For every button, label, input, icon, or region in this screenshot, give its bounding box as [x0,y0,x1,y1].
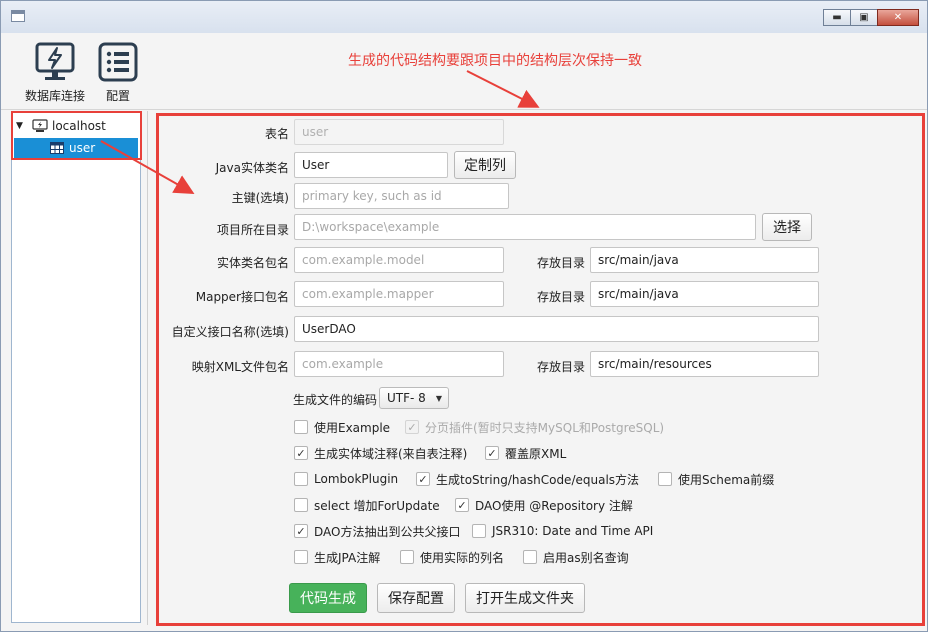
option-label: 使用Example [314,420,391,435]
checkbox-box[interactable]: ✓ [455,498,469,512]
db-connection-button[interactable]: 数据库连接 [21,41,89,104]
project-dir-label: 项目所在目录 [216,223,289,237]
mapper-package-label: Mapper接口包名 [195,290,289,304]
project-dir-input[interactable]: D:\workspace\example [294,214,756,240]
option-use-example[interactable]: 使用Example [294,418,390,436]
table-name-label: 表名 [264,127,289,141]
table-icon [50,142,64,154]
encoding-value: UTF- 8 [387,391,426,405]
primary-key-input[interactable]: primary key, such as id [294,183,509,209]
minimize-button[interactable]: ▬ [823,9,851,26]
table-name-field: user [294,119,504,145]
list-settings-icon [98,42,138,82]
checkbox-box[interactable] [658,472,672,486]
tree-item-user[interactable]: user [14,138,138,158]
option-lombok[interactable]: LombokPlugin [294,470,398,488]
chevron-down-icon: ▼ [435,393,442,403]
option-tostring[interactable]: ✓ 生成toString/hashCode/equals方法 [416,470,639,488]
tree-item-localhost[interactable]: ▼ localhost [16,116,106,136]
title-bar: ▬ ▣ ✕ [1,1,927,33]
entity-name-input[interactable]: User [294,152,448,178]
entity-package-label: 实体类名包名 [216,256,289,270]
option-entity-comments[interactable]: ✓ 生成实体域注释(来自表注释) [294,444,467,462]
entity-name-label: Java实体类名 [215,161,289,175]
checkbox-box[interactable]: ✓ [294,524,308,538]
checkbox-box: ✓ [405,420,419,434]
entity-dir-input[interactable]: src/main/java [590,247,819,273]
server-icon [32,119,48,132]
checkbox-box[interactable]: ✓ [416,472,430,486]
option-label: DAO方法抽出到公共父接口 [314,524,461,539]
checkbox-box[interactable] [294,498,308,512]
option-pagination-plugin: ✓ 分页插件(暂时只支持MySQL和PostgreSQL) [405,418,664,436]
option-jsr310[interactable]: JSR310: Date and Time API [472,522,653,540]
checkbox-box[interactable] [472,524,486,538]
xml-dir-input[interactable]: src/main/resources [590,351,819,377]
entity-dir-label: 存放目录 [536,256,585,270]
option-label: 生成JPA注解 [314,550,381,565]
option-label: 使用实际的列名 [420,550,505,565]
tree-child-label: user [69,141,96,155]
choose-dir-button[interactable]: 选择 [762,213,812,241]
checkbox-box[interactable]: ✓ [294,446,308,460]
option-label: 覆盖原XML [505,446,567,461]
option-label: 启用as别名查询 [543,550,629,565]
xml-dir-label: 存放目录 [536,360,585,374]
checkbox-box[interactable] [294,420,308,434]
option-label: 分页插件(暂时只支持MySQL和PostgreSQL) [425,420,665,435]
option-for-update[interactable]: select 增加ForUpdate [294,496,440,514]
checkbox-box[interactable] [523,550,537,564]
database-connection-icon [35,42,75,80]
option-label: 使用Schema前缀 [678,472,775,487]
toolbar: 数据库连接 配置 [1,33,927,110]
config-label: 配置 [105,89,130,103]
option-actual-column[interactable]: 使用实际的列名 [400,548,504,566]
encoding-label: 生成文件的编码 [292,393,377,407]
xml-package-label: 映射XML文件包名 [191,360,289,374]
close-button[interactable]: ✕ [877,9,919,26]
option-label: select 增加ForUpdate [314,498,440,513]
open-folder-button[interactable]: 打开生成文件夹 [465,583,585,613]
encoding-select[interactable]: UTF- 8 ▼ [379,387,449,409]
annotation-text: 生成的代码结构要跟项目中的结构层次保持一致 [348,53,642,69]
tree-root-label: localhost [52,119,106,133]
mapper-dir-input[interactable]: src/main/java [590,281,819,307]
option-label: LombokPlugin [314,472,399,486]
option-schema-prefix[interactable]: 使用Schema前缀 [658,470,774,488]
connection-tree: ▼ localhost user [11,111,141,623]
window-app-icon [11,10,25,22]
window-controls: ▬ ▣ ✕ [823,9,919,26]
generate-code-button[interactable]: 代码生成 [289,583,367,613]
maximize-button[interactable]: ▣ [850,9,878,26]
checkbox-box[interactable] [294,472,308,486]
save-config-button[interactable]: 保存配置 [377,583,455,613]
dao-name-label: 自定义接口名称(选填) [171,325,289,339]
expand-arrow-icon[interactable]: ▼ [16,121,26,131]
option-dao-parent[interactable]: ✓ DAO方法抽出到公共父接口 [294,522,460,540]
config-button[interactable]: 配置 [95,41,141,104]
db-connection-label: 数据库连接 [24,89,85,103]
option-label: DAO使用 @Repository 注解 [475,498,633,513]
option-overwrite-xml[interactable]: ✓ 覆盖原XML [485,444,566,462]
checkbox-box[interactable] [294,550,308,564]
option-repository[interactable]: ✓ DAO使用 @Repository 注解 [455,496,633,514]
custom-columns-button[interactable]: 定制列 [454,151,516,179]
primary-key-label: 主键(选填) [231,191,289,205]
dao-name-input[interactable]: UserDAO [294,316,819,342]
option-label: JSR310: Date and Time API [492,524,654,538]
app-window: ▬ ▣ ✕ 数据库连接 配置 生成的代码结构要跟项目中的结构层次保持一致 ▼ l… [0,0,928,632]
option-alias-query[interactable]: 启用as别名查询 [523,548,629,566]
option-label: 生成实体域注释(来自表注释) [314,446,468,461]
mapper-dir-label: 存放目录 [536,290,585,304]
checkbox-box[interactable] [400,550,414,564]
option-label: 生成toString/hashCode/equals方法 [436,472,640,487]
option-jpa[interactable]: 生成JPA注解 [294,548,380,566]
checkbox-box[interactable]: ✓ [485,446,499,460]
